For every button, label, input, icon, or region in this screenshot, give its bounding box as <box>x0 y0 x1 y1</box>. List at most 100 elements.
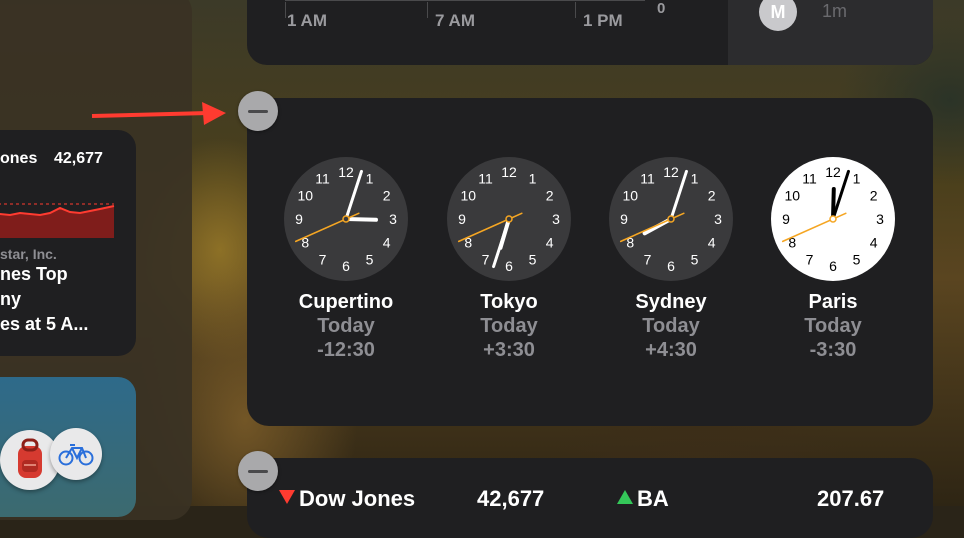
clock-numeral: 7 <box>482 252 490 268</box>
clock-city: Tokyo <box>480 291 538 313</box>
clock-cupertino: 1 2 3 4 5 6 7 8 9 10 11 12 Cupertino Today -12:30 <box>261 156 431 362</box>
chart-axis-label: 1 AM <box>287 11 327 30</box>
clock-numeral: 1 <box>366 170 374 186</box>
chart-tick <box>575 2 576 18</box>
clock-numeral: 10 <box>785 188 801 204</box>
clock-numeral: 6 <box>667 258 675 274</box>
clock-numeral: 1 <box>853 170 861 186</box>
clock-tokyo: 1 2 3 4 5 6 7 8 9 10 11 12 Tokyo Today +3:30 <box>424 156 594 362</box>
clock-numeral: 7 <box>319 252 327 268</box>
clock-city: Paris <box>808 291 858 313</box>
clock-numeral: 2 <box>708 188 716 204</box>
clock-numeral: 11 <box>802 170 817 186</box>
stock-name: ones <box>0 150 38 167</box>
up-triangle-icon <box>617 490 633 504</box>
chart-axis-label: 7 AM <box>435 11 475 30</box>
clock-hour-hand <box>344 217 378 222</box>
clock-numeral: 4 <box>870 235 878 251</box>
minus-circle-icon <box>248 109 268 113</box>
clock-center-pin <box>667 215 675 223</box>
news-headline-line: es at 5 A... <box>0 314 89 334</box>
clock-numeral: 9 <box>295 211 303 227</box>
clock-numeral: 3 <box>876 211 884 227</box>
clock-numeral: 3 <box>552 211 560 227</box>
clock-numeral: 12 <box>338 164 354 180</box>
clock-paris: 1 2 3 4 5 6 7 8 9 10 11 12 Paris Today -3:30 <box>748 156 918 362</box>
stock-row: Dow Jones <box>279 486 415 512</box>
stocks-widget[interactable]: Dow Jones 42,677 BA 207.67 <box>247 458 933 538</box>
chart-tick <box>285 2 286 18</box>
stock-value: 42,677 <box>477 486 545 511</box>
clock-numeral: 10 <box>461 188 477 204</box>
news-source: star, Inc. <box>0 246 57 262</box>
bicycle-bubble[interactable] <box>50 428 102 480</box>
clock-day: Today <box>804 315 862 337</box>
clock-offset: +3:30 <box>483 339 535 361</box>
clock-numeral: 12 <box>501 164 517 180</box>
clock-center-pin <box>505 215 513 223</box>
minus-circle-icon <box>248 469 268 473</box>
chart-axis-zero: 0 <box>657 0 666 17</box>
time-ago: 1m <box>822 1 848 21</box>
clock-offset: -12:30 <box>317 339 375 361</box>
clock-numeral: 5 <box>691 252 699 268</box>
world-clock-widget[interactable]: 1 2 3 4 5 6 7 8 9 10 11 12 Cupertino Today -12:30 1… <box>247 98 933 426</box>
news-headline-line: ny <box>0 289 22 309</box>
red-arrow-icon <box>91 102 226 125</box>
remove-widget-button[interactable] <box>238 91 278 131</box>
stock-sparkline <box>0 203 115 238</box>
weather-chart-widget[interactable]: 1 AM 7 AM 1 PM 0 M 1m <box>247 0 933 65</box>
clock-numeral: 6 <box>829 258 837 274</box>
clock-numeral: 4 <box>708 235 716 251</box>
clock-numeral: 4 <box>546 235 554 251</box>
backpack-icon <box>18 438 42 478</box>
stocks-widget-preview[interactable]: ones 42,677 star, Inc. nes Top ny es at … <box>0 130 136 356</box>
bicycle-icon <box>58 444 94 466</box>
chart-axis-label: 1 PM <box>583 11 623 30</box>
stock-value: 42,677 <box>54 150 103 167</box>
clock-numeral: 5 <box>366 252 374 268</box>
clock-day: Today <box>480 315 538 337</box>
chart-baseline <box>285 0 645 1</box>
clock-numeral: 6 <box>342 258 350 274</box>
analog-clock-face: 1234567891011 12 <box>447 157 571 281</box>
clock-city: Cupertino <box>298 291 394 313</box>
clock-numeral: 3 <box>714 211 722 227</box>
clock-numeral: 3 <box>389 211 397 227</box>
clock-numeral: 6 <box>505 258 513 274</box>
clock-city: Sydney <box>635 291 707 313</box>
clock-numeral: 11 <box>640 170 655 186</box>
stock-symbol: BA <box>637 486 669 511</box>
stock-row: BA <box>617 486 669 512</box>
clock-numeral: 12 <box>663 164 679 180</box>
chart-tick <box>427 2 428 18</box>
stock-symbol: Dow Jones <box>299 486 416 511</box>
down-triangle-icon <box>279 490 295 504</box>
clock-numeral: 7 <box>644 252 652 268</box>
stock-value: 207.67 <box>817 486 885 511</box>
clock-numeral: 4 <box>383 235 391 251</box>
clock-numeral: 1 <box>691 170 699 186</box>
clock-numeral: 9 <box>458 211 466 227</box>
clock-numeral: 9 <box>620 211 628 227</box>
analog-clock-face: 1234567891011 12 <box>284 157 408 281</box>
clock-numeral: 1 <box>529 170 537 186</box>
clock-numeral: 11 <box>478 170 493 186</box>
clock-numeral: 12 <box>825 164 841 180</box>
remove-widget-button[interactable] <box>238 451 278 491</box>
clock-day: Today <box>642 315 700 337</box>
clock-center-pin <box>342 215 350 223</box>
analog-clock-face: 1234567891011 12 <box>771 157 895 281</box>
news-headline-line: nes Top <box>0 264 68 284</box>
clock-numeral: 2 <box>383 188 391 204</box>
clock-numeral: 2 <box>546 188 554 204</box>
clock-offset: -3:30 <box>809 339 857 361</box>
clock-day: Today <box>317 315 375 337</box>
clock-numeral: 2 <box>870 188 878 204</box>
clock-numeral: 10 <box>623 188 639 204</box>
clock-offset: +4:30 <box>645 339 697 361</box>
analog-clock-face: 1234567891011 12 <box>609 157 733 281</box>
clock-numeral: 7 <box>806 252 814 268</box>
clock-numeral: 10 <box>298 188 314 204</box>
clock-numeral: 9 <box>782 211 790 227</box>
